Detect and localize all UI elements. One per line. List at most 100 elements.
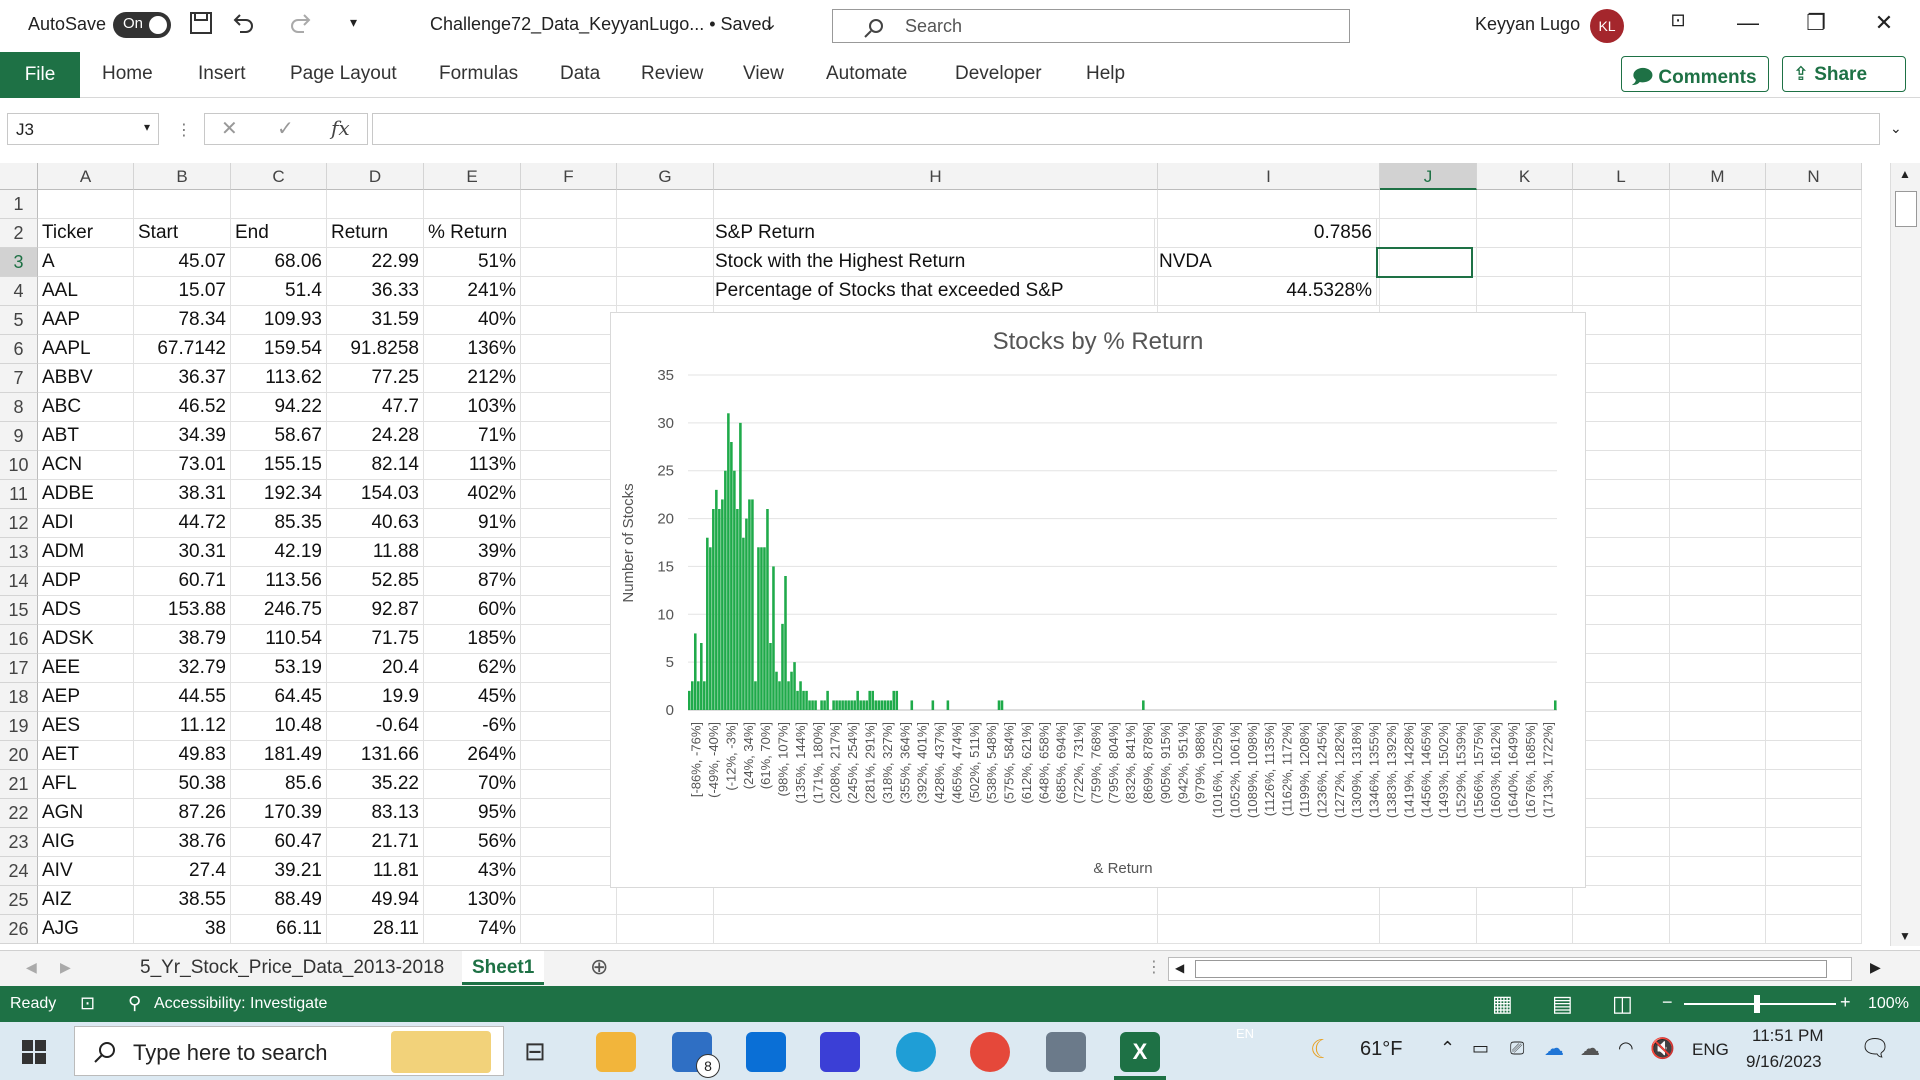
row-header-5[interactable]: 5 — [0, 306, 38, 335]
grid-cell[interactable] — [1477, 277, 1573, 306]
table-cell-return[interactable]: 21.71 — [327, 828, 424, 857]
histogram-bar[interactable] — [805, 690, 808, 710]
grid-cell[interactable] — [1380, 190, 1477, 219]
edge-icon[interactable] — [896, 1032, 936, 1072]
table-cell-ticker[interactable]: ADM — [38, 538, 134, 567]
grid-cell[interactable] — [521, 306, 617, 335]
grid-cell[interactable] — [1573, 770, 1670, 799]
table-cell-pct-return[interactable]: 51% — [424, 248, 521, 277]
page-break-view-icon[interactable]: ◫ — [1612, 991, 1633, 1017]
grid-cell[interactable] — [1573, 683, 1670, 712]
undo-icon[interactable] — [230, 10, 256, 41]
excel-icon[interactable]: X — [1120, 1032, 1160, 1072]
table-cell-end[interactable]: 155.15 — [231, 451, 327, 480]
histogram-bar[interactable] — [808, 700, 811, 710]
histogram-bar[interactable] — [892, 690, 896, 710]
histogram-bar[interactable] — [691, 681, 694, 710]
table-cell-return[interactable]: 20.4 — [327, 654, 424, 683]
grid-cell[interactable] — [1766, 915, 1862, 944]
grid-cell[interactable] — [1766, 857, 1862, 886]
restore-icon[interactable]: ❐ — [1796, 10, 1836, 42]
histogram-bar[interactable] — [826, 690, 829, 710]
comments-button[interactable]: 🗩 Comments — [1621, 56, 1769, 92]
weather-moon-icon[interactable]: ☾ — [1310, 1034, 1333, 1065]
table-cell-end[interactable]: 94.22 — [231, 393, 327, 422]
table-cell-ticker[interactable]: ABC — [38, 393, 134, 422]
table-cell-ticker[interactable]: AEP — [38, 683, 134, 712]
grid-cell[interactable] — [1573, 712, 1670, 741]
histogram-bar[interactable] — [844, 700, 847, 710]
grid-cell[interactable] — [231, 190, 327, 219]
row-header-4[interactable]: 4 — [0, 277, 38, 306]
close-icon[interactable]: ✕ — [1864, 10, 1904, 42]
grid-cell[interactable] — [521, 770, 617, 799]
table-cell-ticker[interactable]: AFL — [38, 770, 134, 799]
table-cell-start[interactable]: 45.07 — [134, 248, 231, 277]
grid-cell[interactable] — [1573, 306, 1670, 335]
sheet-tab-sheet1[interactable]: Sheet1 — [462, 951, 545, 985]
scroll-right-icon[interactable]: ▶ — [1870, 959, 1881, 976]
table-cell-pct-return[interactable]: 103% — [424, 393, 521, 422]
grid-cell[interactable] — [714, 915, 1158, 944]
histogram-bar[interactable] — [838, 700, 841, 710]
avatar[interactable]: KL — [1590, 9, 1624, 43]
sp-return-value[interactable]: 0.7856 — [1155, 219, 1377, 248]
grid-cell[interactable] — [617, 219, 714, 248]
row-header-6[interactable]: 6 — [0, 335, 38, 364]
table-cell-pct-return[interactable]: 70% — [424, 770, 521, 799]
histogram-bar[interactable] — [895, 690, 899, 710]
table-cell-pct-return[interactable]: 87% — [424, 567, 521, 596]
column-header-j[interactable]: J — [1380, 163, 1477, 190]
grid-cell[interactable] — [617, 190, 714, 219]
table-cell-return[interactable]: 40.63 — [327, 509, 424, 538]
row-header-7[interactable]: 7 — [0, 364, 38, 393]
grid-cell[interactable] — [521, 828, 617, 857]
table-cell-end[interactable]: 246.75 — [231, 596, 327, 625]
grid-cell[interactable] — [1573, 451, 1670, 480]
grid-cell[interactable] — [327, 190, 424, 219]
table-cell-start[interactable]: 38.79 — [134, 625, 231, 654]
autosave-toggle[interactable]: On — [113, 12, 171, 38]
table-cell-return[interactable]: 19.9 — [327, 683, 424, 712]
cloud-icon[interactable]: ☁ — [1580, 1036, 1600, 1061]
histogram-bar[interactable] — [856, 690, 859, 710]
row-header-12[interactable]: 12 — [0, 509, 38, 538]
histogram-bar[interactable] — [811, 700, 814, 710]
grid-cell[interactable] — [1670, 915, 1766, 944]
table-cell-start[interactable]: 44.72 — [134, 509, 231, 538]
formula-input[interactable] — [372, 113, 1880, 145]
grid-cell[interactable] — [1380, 277, 1477, 306]
grid-cell[interactable] — [1573, 625, 1670, 654]
table-cell-start[interactable]: 38 — [134, 915, 231, 944]
language-indicator[interactable]: ENG — [1692, 1040, 1729, 1060]
table-cell-return[interactable]: 35.22 — [327, 770, 424, 799]
grid-cell[interactable] — [1670, 857, 1766, 886]
histogram-bar[interactable] — [862, 700, 865, 710]
grid-cell[interactable] — [521, 625, 617, 654]
grid-cell[interactable] — [1766, 799, 1862, 828]
tab-page-layout[interactable]: Page Layout — [290, 63, 397, 85]
row-header-1[interactable]: 1 — [0, 190, 38, 219]
grid-cell[interactable] — [1573, 828, 1670, 857]
grid-cell[interactable] — [521, 451, 617, 480]
histogram-bar[interactable] — [772, 566, 775, 710]
taskbar-search-input[interactable]: Type here to search — [74, 1026, 504, 1076]
histogram-bar[interactable] — [757, 547, 760, 710]
grid-cell[interactable] — [1766, 277, 1862, 306]
grid-cell[interactable] — [1766, 654, 1862, 683]
column-header-m[interactable]: M — [1670, 163, 1766, 190]
table-cell-end[interactable]: 170.39 — [231, 799, 327, 828]
table-cell-end[interactable]: 64.45 — [231, 683, 327, 712]
histogram-bar[interactable] — [697, 681, 700, 710]
table-cell-pct-return[interactable]: 91% — [424, 509, 521, 538]
table-cell-start[interactable]: 32.79 — [134, 654, 231, 683]
table-cell-return[interactable]: -0.64 — [327, 712, 424, 741]
table-cell-return[interactable]: 92.87 — [327, 596, 424, 625]
table-cell-end[interactable]: 192.34 — [231, 480, 327, 509]
histogram-bar[interactable] — [802, 690, 805, 710]
grid-cell[interactable] — [1670, 712, 1766, 741]
grid-cell[interactable] — [1766, 219, 1862, 248]
chevron-down-icon[interactable]: ⌄ — [764, 14, 777, 34]
tab-review[interactable]: Review — [641, 63, 703, 85]
zoom-level[interactable]: 100% — [1868, 995, 1909, 1013]
